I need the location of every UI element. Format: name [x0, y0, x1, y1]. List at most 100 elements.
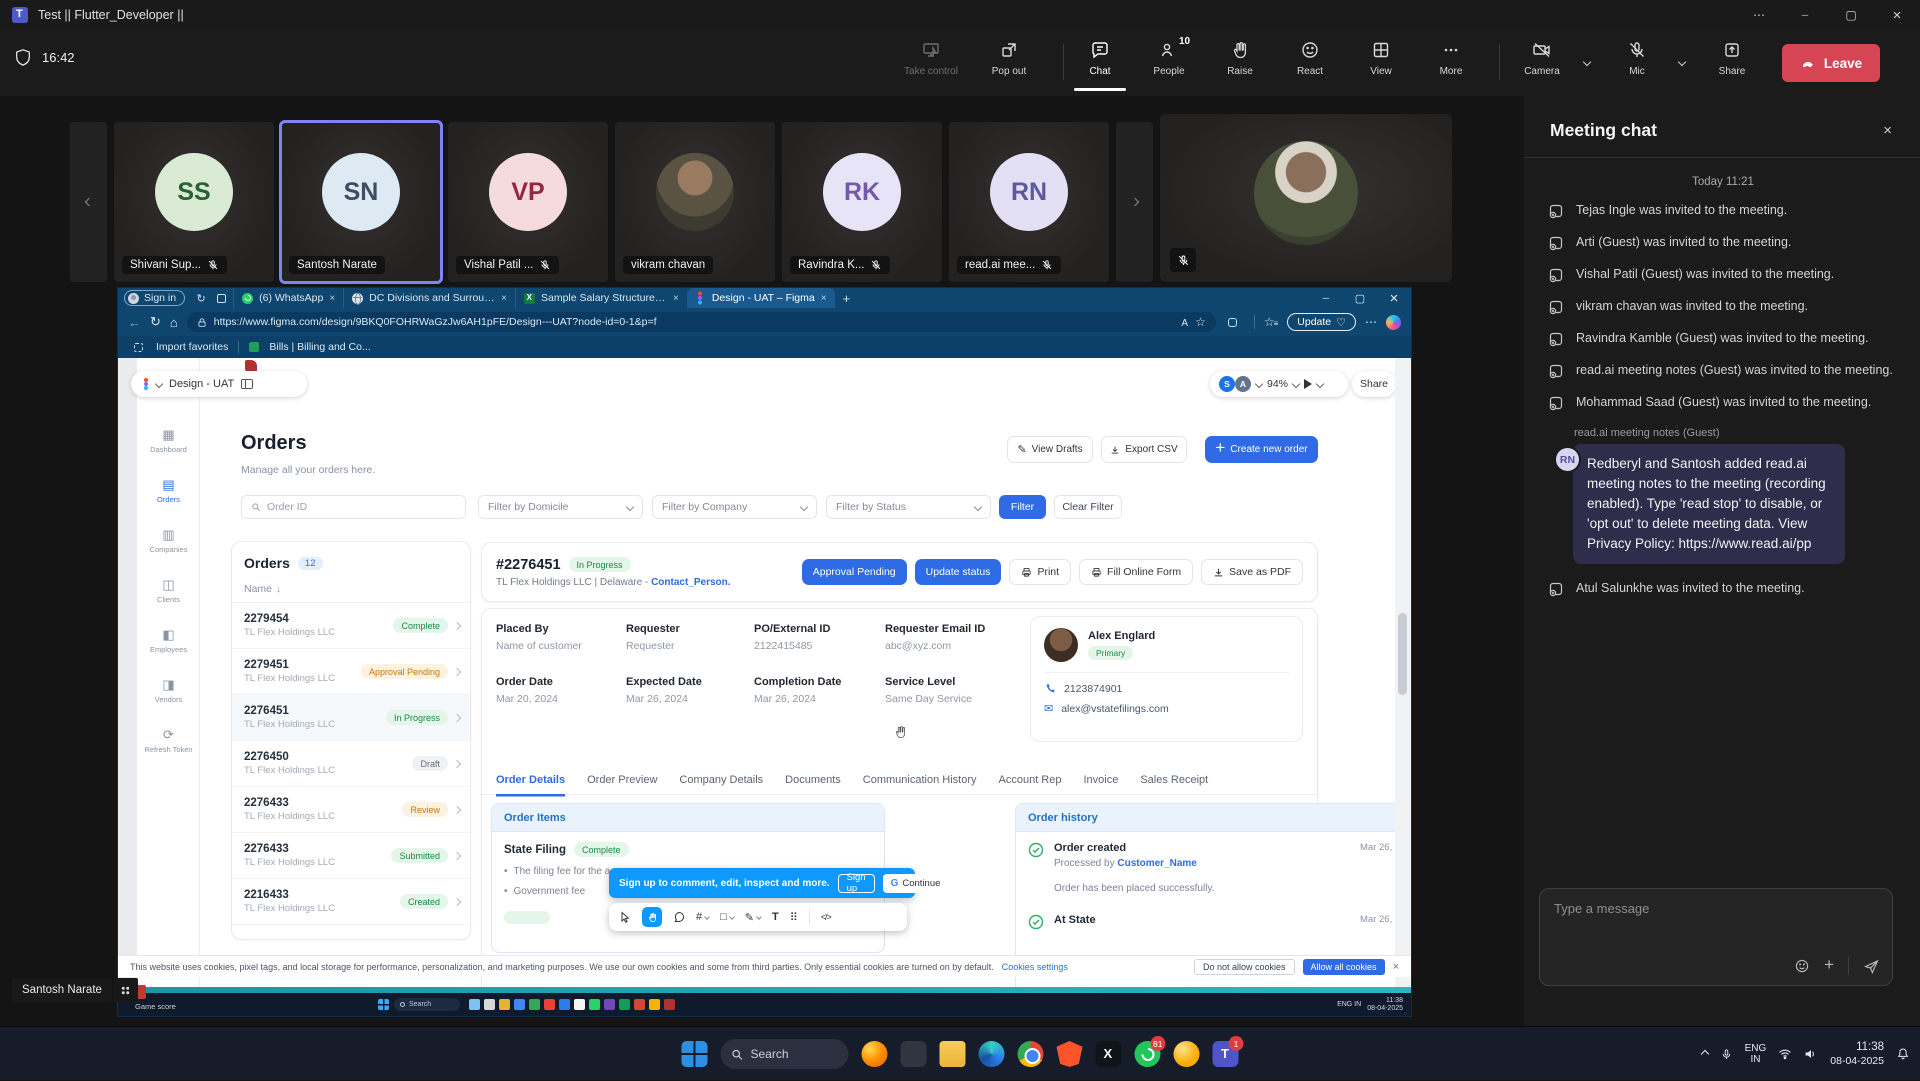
order-row[interactable]: 2276451 TL Flex Holdings LLC In Progress — [232, 695, 470, 741]
taskbar-app-icon[interactable] — [1057, 1041, 1083, 1067]
browser-minimize-button[interactable] — [1309, 288, 1343, 308]
approval-pending-button[interactable]: Approval Pending — [802, 559, 907, 585]
contact-person-link[interactable]: Contact_Person. — [651, 577, 730, 588]
browser-tab[interactable]: (6) WhatsApp × — [233, 288, 343, 308]
browser-update-button[interactable]: Update — [1287, 313, 1356, 331]
detail-tab[interactable]: Invoice — [1083, 770, 1118, 794]
react-button[interactable]: React — [1278, 38, 1342, 77]
tab-close-icon[interactable]: × — [673, 293, 679, 304]
taskbar-app-icon[interactable] — [862, 1041, 888, 1067]
detail-tab[interactable]: Documents — [785, 770, 841, 794]
order-row[interactable]: 2216433 TL Flex Holdings LLC Created — [232, 879, 470, 925]
actions-tool-icon[interactable] — [790, 911, 798, 924]
people-button[interactable]: 10 People — [1137, 38, 1201, 77]
order-row[interactable]: 2276450 TL Flex Holdings LLC Draft — [232, 741, 470, 787]
orders-column-header[interactable]: Name↓ — [232, 579, 470, 603]
filter-domicile-select[interactable]: Filter by Domicile — [478, 495, 643, 519]
signup-button[interactable]: Sign up — [838, 874, 875, 893]
move-tool-icon[interactable] — [619, 911, 631, 923]
order-id-search[interactable] — [241, 495, 466, 519]
taskbar-app-icon[interactable] — [1174, 1041, 1200, 1067]
allow-cookies-button[interactable]: Allow all cookies — [1303, 959, 1385, 975]
history-icon[interactable]: ↻ — [193, 290, 209, 306]
scrollbar-thumb[interactable] — [1398, 613, 1407, 695]
window-more-button[interactable] — [1736, 0, 1782, 30]
sidebar-item[interactable]: Vendors — [137, 678, 200, 704]
figma-view-toolbar[interactable]: S A 94% — [1210, 371, 1348, 397]
browser-signin-button[interactable]: Sign in — [124, 290, 185, 306]
taskbar-app-icon[interactable] — [1018, 1041, 1044, 1067]
mini-start-icon[interactable] — [378, 999, 389, 1010]
address-bar[interactable]: https://www.figma.com/design/9BKQ0FOHRWa… — [187, 312, 1216, 332]
zoom-chevron[interactable] — [1292, 380, 1300, 388]
update-status-button[interactable]: Update status — [915, 559, 1002, 585]
spotlight-tile[interactable] — [1160, 114, 1452, 282]
dev-mode-icon[interactable] — [821, 912, 831, 922]
order-row[interactable]: 2279451 TL Flex Holdings LLC Approval Pe… — [232, 649, 470, 695]
chat-close-icon[interactable]: × — [1883, 122, 1892, 139]
emoji-icon[interactable] — [1794, 958, 1810, 974]
view-drafts-button[interactable]: View Drafts — [1007, 436, 1093, 463]
shape-tool-icon[interactable] — [720, 911, 734, 923]
taskbar-app-icon[interactable] — [1096, 1041, 1122, 1067]
detail-tab[interactable]: Order Details — [496, 770, 565, 794]
frame-tool-icon[interactable] — [696, 911, 709, 923]
filter-button[interactable]: Filter — [999, 495, 1046, 519]
clock[interactable]: 11:3808-04-2025 — [1830, 1040, 1884, 1068]
figma-menu-chevron[interactable] — [155, 380, 163, 388]
extensions-icon[interactable] — [1225, 314, 1241, 330]
browser-tab[interactable]: Sample Salary Structure with calc × — [515, 288, 687, 308]
hand-tool-icon[interactable] — [642, 907, 662, 927]
clear-filter-button[interactable]: Clear Filter — [1054, 495, 1122, 519]
present-icon[interactable] — [1304, 379, 1312, 389]
detail-tab[interactable]: Company Details — [679, 770, 763, 794]
mini-taskbar-apps[interactable] — [469, 999, 675, 1010]
view-button[interactable]: View — [1349, 38, 1413, 77]
detail-tab[interactable]: Order Preview — [587, 770, 657, 794]
tab-close-icon[interactable]: × — [329, 293, 335, 304]
sidebar-item[interactable]: Companies — [137, 528, 200, 554]
camera-options-chevron[interactable] — [1584, 52, 1590, 70]
pen-tool-icon[interactable] — [745, 911, 761, 924]
participant-tile[interactable]: vikram chavan — [615, 122, 775, 282]
order-row[interactable]: 2276433 TL Flex Holdings LLC Submitted — [232, 833, 470, 879]
chat-button[interactable]: Chat — [1068, 38, 1132, 77]
sidebar-item[interactable]: Dashboard — [137, 428, 200, 454]
text-tool-icon[interactable] — [772, 911, 779, 923]
print-button[interactable]: Print — [1009, 559, 1071, 585]
send-icon[interactable] — [1863, 958, 1880, 975]
participant-tile[interactable]: SS Shivani Sup... — [114, 122, 274, 282]
camera-button[interactable]: Camera — [1510, 38, 1574, 77]
deny-cookies-button[interactable]: Do not allow cookies — [1194, 959, 1295, 975]
back-icon[interactable]: ← — [128, 315, 141, 330]
browser-tab[interactable]: DC Divisions and Surroundings × — [343, 288, 515, 308]
tab-close-icon[interactable]: × — [821, 293, 827, 304]
figma-share-button[interactable]: Share — [1352, 371, 1396, 397]
order-row[interactable]: 2279454 TL Flex Holdings LLC Complete — [232, 603, 470, 649]
order-row[interactable]: 2276433 TL Flex Holdings LLC Review — [232, 787, 470, 833]
message-input[interactable] — [1540, 889, 1892, 947]
sidebar-item[interactable]: Employees — [137, 628, 200, 654]
sidebar-item[interactable]: Orders — [137, 478, 200, 504]
detail-tab[interactable]: Sales Receipt — [1140, 770, 1208, 794]
raise-hand-button[interactable]: Raise — [1208, 38, 1272, 77]
tab-close-icon[interactable]: × — [501, 293, 507, 304]
create-order-button[interactable]: Create new order — [1205, 436, 1318, 463]
taskbar-search[interactable]: Search — [721, 1039, 849, 1069]
save-as-pdf-button[interactable]: Save as PDF — [1201, 559, 1303, 585]
taskbar-app-icon[interactable]: 1 — [1213, 1041, 1239, 1067]
window-close-button[interactable] — [1874, 0, 1920, 30]
more-button[interactable]: More — [1419, 38, 1483, 77]
read-aloud-icon[interactable] — [1181, 313, 1188, 331]
home-icon[interactable]: ⌂ — [170, 315, 178, 330]
taskbar-app-icon[interactable]: 81 — [1135, 1041, 1161, 1067]
language-indicator[interactable]: ENGIN — [1745, 1043, 1767, 1065]
order-id-input[interactable] — [267, 501, 456, 513]
contact-email-row[interactable]: ✉ alex@vstatefilings.com — [1044, 702, 1289, 715]
collaborator-avatar[interactable]: A — [1235, 376, 1251, 392]
bills-bookmark-link[interactable]: Bills | Billing and Co... — [269, 341, 370, 353]
customer-name-link[interactable]: Customer_Name — [1117, 858, 1196, 869]
cookie-settings-link[interactable]: Cookies settings — [1002, 962, 1068, 972]
scroll-right-button[interactable] — [1116, 122, 1153, 282]
cookie-close-icon[interactable]: × — [1393, 961, 1399, 973]
